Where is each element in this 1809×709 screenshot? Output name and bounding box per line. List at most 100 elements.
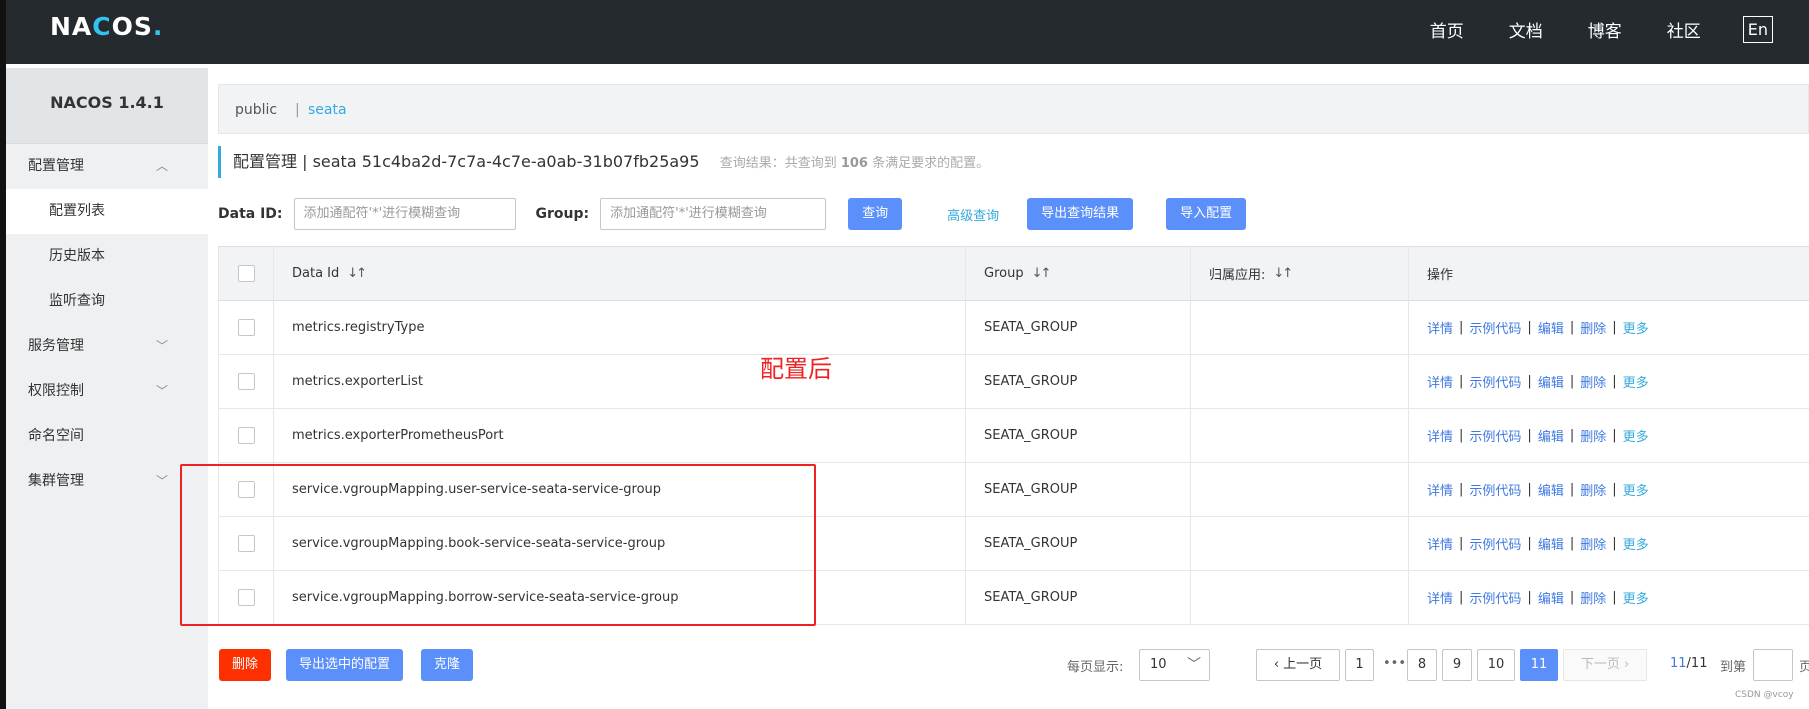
op-detail-link[interactable]: 详情 <box>1427 588 1453 607</box>
clone-button[interactable]: 克隆 <box>421 649 474 681</box>
next-page-button[interactable]: 下一页 › <box>1563 649 1647 681</box>
page-button[interactable]: 8 <box>1407 649 1437 681</box>
export-selected-button[interactable]: 导出选中的配置 <box>286 649 404 681</box>
sidebar-item-service-management[interactable]: 服务管理 ﹀ <box>6 324 208 369</box>
op-more-link[interactable]: 更多 <box>1623 426 1649 445</box>
language-switch-button[interactable]: En <box>1742 16 1773 43</box>
op-separator: | <box>1527 374 1532 389</box>
sidebar-item-listener-query[interactable]: 监听查询 <box>6 279 208 324</box>
sort-icon[interactable]: ↓↑ <box>347 266 367 281</box>
nacos-logo[interactable]: NACOS. <box>50 12 163 41</box>
nav-home[interactable]: 首页 <box>1430 17 1464 42</box>
nav-community[interactable]: 社区 <box>1667 17 1701 42</box>
sidebar-item-label: 命名空间 <box>28 428 84 444</box>
op-sample-code-link[interactable]: 示例代码 <box>1469 372 1521 391</box>
op-edit-link[interactable]: 编辑 <box>1538 480 1564 499</box>
op-separator: | <box>1459 428 1464 443</box>
op-more-link[interactable]: 更多 <box>1623 534 1649 553</box>
delete-button[interactable]: 删除 <box>219 649 272 681</box>
sidebar-item-config-list[interactable]: 配置列表 <box>6 189 208 234</box>
op-sample-code-link[interactable]: 示例代码 <box>1469 588 1521 607</box>
cell-dataid: metrics.exporterList <box>274 355 966 408</box>
hint-suffix: 条满足要求的配置。 <box>872 156 990 171</box>
prev-page-button[interactable]: ‹ 上一页 <box>1256 649 1340 681</box>
op-delete-link[interactable]: 删除 <box>1580 480 1606 499</box>
op-separator: | <box>1459 374 1464 389</box>
cell-ops: 详情 | 示例代码 | 编辑 | 删除 | 更多 <box>1409 571 1809 624</box>
op-edit-link[interactable]: 编辑 <box>1538 318 1564 337</box>
op-detail-link[interactable]: 详情 <box>1427 534 1453 553</box>
op-separator: | <box>1612 536 1617 551</box>
sidebar-item-access-control[interactable]: 权限控制 ﹀ <box>6 369 208 414</box>
import-config-button[interactable]: 导入配置 <box>1166 198 1247 230</box>
search-row: Data ID: 添加通配符'*'进行模糊查询 Group: 添加通配符'*'进… <box>218 198 1247 230</box>
row-checkbox-cell <box>218 355 274 408</box>
group-input[interactable]: 添加通配符'*'进行模糊查询 <box>600 198 827 230</box>
cell-dataid: metrics.registryType <box>274 301 966 354</box>
namespace-public[interactable]: public <box>235 102 277 118</box>
top-nav: 首页 文档 博客 社区 En <box>1385 16 1773 43</box>
op-more-link[interactable]: 更多 <box>1623 372 1649 391</box>
op-detail-link[interactable]: 详情 <box>1427 426 1453 445</box>
nav-docs[interactable]: 文档 <box>1509 17 1543 42</box>
sort-icon[interactable]: ↓↑ <box>1273 266 1293 281</box>
sidebar-item-history[interactable]: 历史版本 <box>6 234 208 279</box>
sidebar-item-cluster-management[interactable]: 集群管理 ﹀ <box>6 459 208 504</box>
header-group[interactable]: Group ↓↑ <box>966 247 1191 300</box>
op-separator: | <box>1612 320 1617 335</box>
row-checkbox[interactable] <box>237 427 255 444</box>
page-button[interactable]: 1 <box>1345 649 1374 681</box>
row-checkbox[interactable] <box>237 373 255 390</box>
op-sample-code-link[interactable]: 示例代码 <box>1469 480 1521 499</box>
select-all-checkbox[interactable] <box>237 265 255 282</box>
op-delete-link[interactable]: 删除 <box>1580 426 1606 445</box>
nav-blog[interactable]: 博客 <box>1588 17 1622 42</box>
chevron-down-icon: ﹀ <box>155 474 168 488</box>
op-more-link[interactable]: 更多 <box>1623 588 1649 607</box>
page-button[interactable]: 10 <box>1477 649 1515 681</box>
namespace-seata[interactable]: seata <box>308 102 347 118</box>
op-edit-link[interactable]: 编辑 <box>1538 372 1564 391</box>
header-dataid[interactable]: Data Id ↓↑ <box>274 247 966 300</box>
dataid-input[interactable]: 添加通配符'*'进行模糊查询 <box>293 198 516 230</box>
op-edit-link[interactable]: 编辑 <box>1538 534 1564 553</box>
op-more-link[interactable]: 更多 <box>1623 318 1649 337</box>
op-separator: | <box>1459 320 1464 335</box>
op-sample-code-link[interactable]: 示例代码 <box>1469 426 1521 445</box>
op-delete-link[interactable]: 删除 <box>1580 588 1606 607</box>
sidebar-item-namespace[interactable]: 命名空间 <box>6 414 208 459</box>
op-detail-link[interactable]: 详情 <box>1427 318 1453 337</box>
sort-icon[interactable]: ↓↑ <box>1032 266 1052 281</box>
op-detail-link[interactable]: 详情 <box>1427 372 1453 391</box>
op-edit-link[interactable]: 编辑 <box>1538 588 1564 607</box>
op-delete-link[interactable]: 删除 <box>1580 372 1606 391</box>
header-app[interactable]: 归属应用: ↓↑ <box>1191 247 1409 300</box>
op-delete-link[interactable]: 删除 <box>1580 534 1606 553</box>
sidebar-item-label: 服务管理 <box>28 338 84 354</box>
op-sample-code-link[interactable]: 示例代码 <box>1469 534 1521 553</box>
per-page-select[interactable]: 10 ﹀ <box>1139 649 1210 681</box>
goto-page-input[interactable] <box>1753 649 1793 681</box>
page-button[interactable]: 9 <box>1442 649 1472 681</box>
advanced-query-link[interactable]: 高级查询 <box>947 205 999 224</box>
op-edit-link[interactable]: 编辑 <box>1538 426 1564 445</box>
group-text: SEATA_GROUP <box>984 428 1078 443</box>
op-detail-link[interactable]: 详情 <box>1427 480 1453 499</box>
op-more-link[interactable]: 更多 <box>1623 480 1649 499</box>
query-button[interactable]: 查询 <box>848 198 903 230</box>
prev-label: 上一页 <box>1283 657 1323 672</box>
op-separator: | <box>1459 590 1464 605</box>
op-delete-link[interactable]: 删除 <box>1580 318 1606 337</box>
page-button-current[interactable]: 11 <box>1520 649 1558 681</box>
op-sample-code-link[interactable]: 示例代码 <box>1469 318 1521 337</box>
sidebar-item-config-management[interactable]: 配置管理 ︿ <box>6 144 208 189</box>
cell-ops: 详情 | 示例代码 | 编辑 | 删除 | 更多 <box>1409 355 1809 408</box>
goto-label: 到第 <box>1720 660 1747 675</box>
dataid-text: metrics.exporterList <box>292 374 423 389</box>
row-checkbox[interactable] <box>237 319 255 336</box>
export-query-result-button[interactable]: 导出查询结果 <box>1027 198 1134 230</box>
next-label: 下一页 <box>1580 657 1620 672</box>
op-separator: | <box>1527 536 1532 551</box>
cell-group: SEATA_GROUP <box>966 409 1191 462</box>
version-label: NACOS 1.4.1 <box>6 68 208 144</box>
